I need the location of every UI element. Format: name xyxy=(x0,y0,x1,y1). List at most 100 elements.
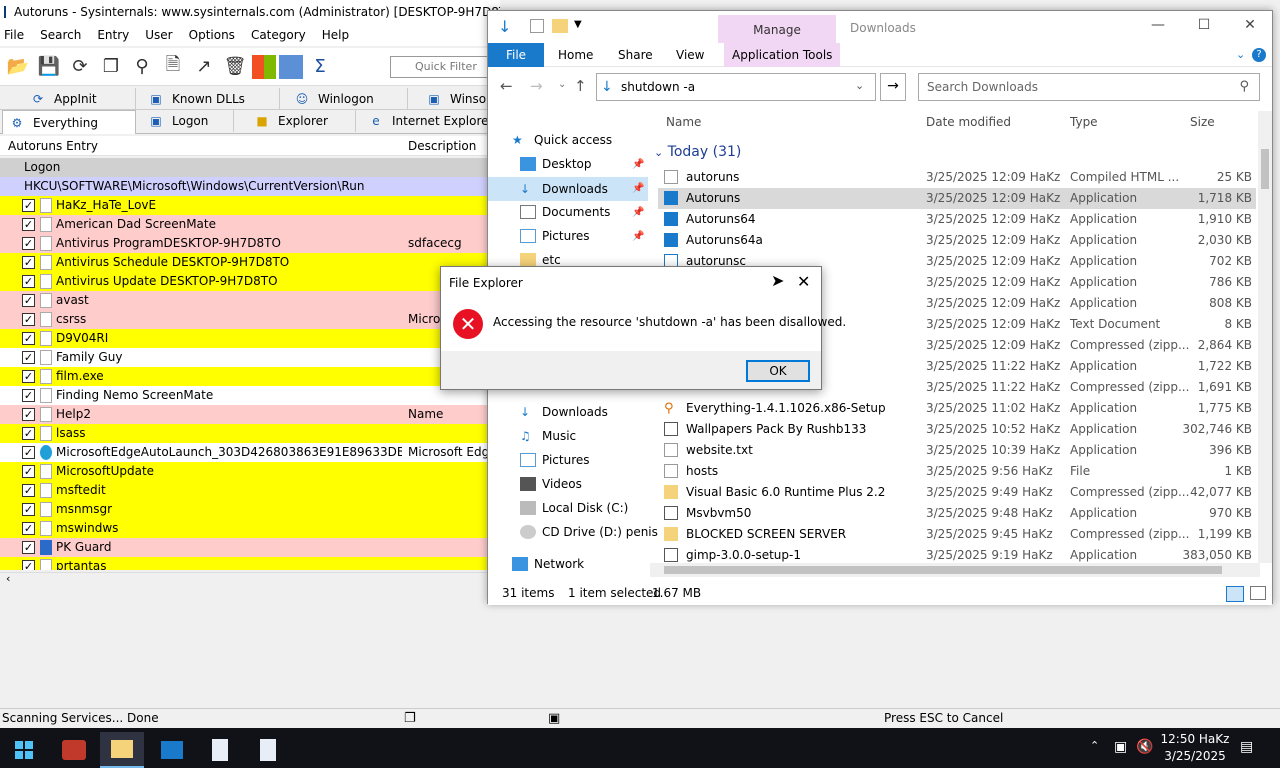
entry-checkbox[interactable]: ✓ xyxy=(22,560,35,570)
address-bar[interactable]: ↓ shutdown -a ⌄ xyxy=(596,73,876,101)
column-description[interactable]: Description xyxy=(408,139,476,153)
entry-checkbox[interactable]: ✓ xyxy=(22,503,35,516)
open-folder-icon[interactable]: 📂 xyxy=(4,53,32,81)
properties-icon[interactable]: 🗎 xyxy=(159,53,187,81)
table-row[interactable]: ✓ msnmsgr xyxy=(0,500,500,519)
file-row[interactable]: Msvbvm50 3/25/2025 9:48 HaKz Application 97… xyxy=(658,503,1256,524)
nav-desktop[interactable]: Desktop xyxy=(520,157,592,171)
jump-icon[interactable]: ↗ xyxy=(190,53,218,81)
group-row-logon[interactable]: Logon xyxy=(0,158,500,177)
nav-pictures[interactable]: Pictures xyxy=(520,229,590,243)
tab-winlogon[interactable]: ☺ Winlogon xyxy=(288,88,408,110)
forward-arrow-icon[interactable]: → xyxy=(530,77,543,95)
file-row[interactable]: Autoruns64a 3/25/2025 12:09 HaKz Applicati… xyxy=(658,230,1256,251)
nav-videos[interactable]: Videos xyxy=(520,477,582,491)
table-row[interactable]: ✓ msftedit xyxy=(0,481,500,500)
column-size[interactable]: Size xyxy=(1190,115,1215,129)
entry-checkbox[interactable]: ✓ xyxy=(22,427,35,440)
taskbar-document-2[interactable] xyxy=(246,732,290,768)
entry-checkbox[interactable]: ✓ xyxy=(22,332,35,345)
volume-muted-icon[interactable]: 🔇 xyxy=(1136,739,1153,755)
ribbon-file[interactable]: File xyxy=(488,43,544,67)
autoruns-horizontal-scrollbar[interactable]: ‹ xyxy=(0,572,490,586)
up-arrow-icon[interactable]: ↑ xyxy=(574,77,587,95)
table-row[interactable]: ✓ Antivirus ProgramDESKTOP-9H7D8TO sdfacec… xyxy=(0,234,500,253)
file-row[interactable]: Wallpapers Pack By Rushb133 3/25/2025 10:… xyxy=(658,419,1256,440)
file-row[interactable]: autoruns 3/25/2025 12:09 HaKz Compiled HTM… xyxy=(658,167,1256,188)
nav-downloads[interactable]: ↓ Downloads xyxy=(488,177,648,201)
table-row[interactable]: ✓ Family Guy xyxy=(0,348,500,367)
quick-filter-input[interactable]: Quick Filter xyxy=(390,56,500,78)
ribbon-share[interactable]: Share xyxy=(618,48,653,62)
find-icon[interactable]: ⚲ xyxy=(128,53,156,81)
table-row[interactable]: ✓ csrss Micro xyxy=(0,310,500,329)
minimize-icon[interactable]: — xyxy=(1138,17,1178,37)
entry-checkbox[interactable]: ✓ xyxy=(22,275,35,288)
properties-check-icon[interactable] xyxy=(530,19,544,33)
scroll-thumb[interactable] xyxy=(664,566,1222,574)
table-row[interactable]: ✓ lsass xyxy=(0,424,500,443)
entry-checkbox[interactable]: ✓ xyxy=(22,408,35,421)
nav-pc-pictures[interactable]: Pictures xyxy=(520,453,590,467)
quick-access-down-icon[interactable]: ↓ xyxy=(498,17,511,36)
new-folder-icon[interactable] xyxy=(552,19,568,33)
table-row[interactable]: ✓ mswindws xyxy=(0,519,500,538)
column-autoruns-entry[interactable]: Autoruns Entry xyxy=(8,139,98,153)
table-row[interactable]: ✓ D9V04RI xyxy=(0,329,500,348)
nav-etc[interactable]: etc xyxy=(520,253,561,267)
entry-checkbox[interactable]: ✓ xyxy=(22,465,35,478)
file-row[interactable]: website.txt 3/25/2025 10:39 HaKz Applicati… xyxy=(658,440,1256,461)
menu-search[interactable]: Search xyxy=(40,28,81,42)
pin-icon[interactable]: 📌 xyxy=(632,231,644,242)
tab-known-dlls[interactable]: ▣ Known DLLs xyxy=(142,88,280,110)
menu-category[interactable]: Category xyxy=(251,28,306,42)
table-row[interactable]: ✓ Antivirus Update DESKTOP-9H7D8TO xyxy=(0,272,500,291)
entry-checkbox[interactable]: ✓ xyxy=(22,199,35,212)
windows-entries-icon[interactable] xyxy=(252,54,276,79)
sigma-icon[interactable]: Σ xyxy=(306,53,334,81)
group-header-today[interactable]: ⌄ Today (31) xyxy=(654,144,741,160)
column-name[interactable]: Name xyxy=(666,115,701,129)
help-icon[interactable]: ? xyxy=(1252,48,1266,62)
grid-icon[interactable] xyxy=(279,54,303,79)
file-row[interactable]: ⚲ Everything-1.4.1.1026.x86-Setup 3/25/202… xyxy=(658,398,1256,419)
entry-checkbox[interactable]: ✓ xyxy=(22,370,35,383)
table-row[interactable]: ✓ MicrosoftEdgeAutoLaunch_303D426803863E9… xyxy=(0,443,500,462)
large-icons-view-icon[interactable] xyxy=(1250,586,1266,600)
copy-icon[interactable]: ❐ xyxy=(97,53,125,81)
column-date-modified[interactable]: Date modified xyxy=(926,115,1011,129)
table-row[interactable]: ✓ avast xyxy=(0,291,500,310)
search-downloads-input[interactable]: Search Downloads ⚲ xyxy=(918,73,1260,101)
table-row[interactable]: ✓ Finding Nemo ScreenMate xyxy=(0,386,500,405)
entry-checkbox[interactable]: ✓ xyxy=(22,294,35,307)
manage-tab-header[interactable]: Manage xyxy=(718,15,836,43)
group-row-run-key[interactable]: HKCU\SOFTWARE\Microsoft\Windows\CurrentV… xyxy=(0,177,500,196)
taskbar-app-game[interactable] xyxy=(52,732,96,768)
entry-checkbox[interactable]: ✓ xyxy=(22,522,35,535)
table-row[interactable]: ✓ PK Guard xyxy=(0,538,500,557)
scroll-thumb[interactable] xyxy=(1261,149,1269,189)
scroll-left-icon[interactable]: ‹ xyxy=(6,572,10,585)
back-arrow-icon[interactable]: ← xyxy=(500,77,513,95)
entry-checkbox[interactable]: ✓ xyxy=(22,484,35,497)
dialog-close-icon[interactable]: ✕ xyxy=(797,272,810,291)
entry-checkbox[interactable]: ✓ xyxy=(22,256,35,269)
entry-checkbox[interactable]: ✓ xyxy=(22,351,35,364)
address-dropdown-icon[interactable]: ⌄ xyxy=(855,79,864,92)
tab-logon[interactable]: ▣ Logon xyxy=(142,110,234,132)
table-row[interactable]: ✓ MicrosoftUpdate xyxy=(0,462,500,481)
file-list-vertical-scrollbar[interactable] xyxy=(1258,111,1272,563)
save-icon[interactable]: 💾 xyxy=(35,53,63,81)
table-row[interactable]: ✓ American Dad ScreenMate xyxy=(0,215,500,234)
start-button[interactable] xyxy=(2,732,46,768)
nav-cd-drive[interactable]: CD Drive (D:) penis xyxy=(520,525,658,539)
file-row[interactable]: Autoruns64 3/25/2025 12:09 HaKz Applicatio… xyxy=(658,209,1256,230)
network-tray-icon[interactable]: ▣ xyxy=(1114,739,1127,755)
ok-button[interactable]: OK xyxy=(746,360,810,382)
tray-chevron-up-icon[interactable]: ⌃ xyxy=(1090,739,1099,752)
menu-file[interactable]: File xyxy=(4,28,24,42)
nav-network[interactable]: Network xyxy=(512,557,584,571)
pin-icon[interactable]: 📌 xyxy=(632,183,644,194)
entry-checkbox[interactable]: ✓ xyxy=(22,237,35,250)
ribbon-view[interactable]: View xyxy=(676,48,704,62)
